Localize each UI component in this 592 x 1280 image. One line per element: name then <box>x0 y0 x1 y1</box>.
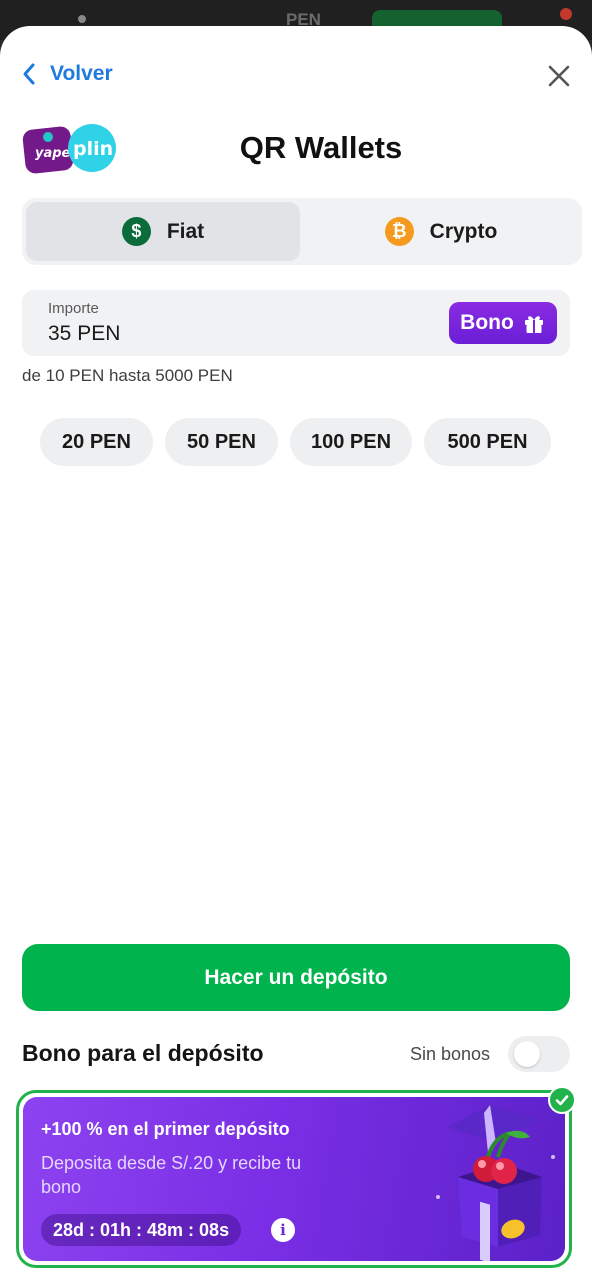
gift-icon <box>524 316 543 333</box>
back-label: Volver <box>50 62 113 85</box>
preset-20[interactable]: 20 PEN <box>40 418 153 466</box>
chevron-left-icon <box>23 63 35 85</box>
bonus-card-body: +100 % en el primer depósito Deposita de… <box>23 1097 565 1261</box>
tab-fiat[interactable]: $ Fiat <box>26 202 300 261</box>
close-icon[interactable] <box>546 63 572 89</box>
amount-range-hint: de 10 PEN hasta 5000 PEN <box>22 366 233 385</box>
tab-fiat-label: Fiat <box>166 219 205 243</box>
gift-box-illustration <box>436 1105 555 1261</box>
menu-dot-icon <box>78 15 86 23</box>
bonus-button[interactable]: Bono <box>449 302 557 344</box>
tab-crypto-label: Crypto <box>429 219 498 243</box>
bonus-heading: Bono para el depósito <box>22 1040 264 1066</box>
preset-500[interactable]: 500 PEN <box>424 418 551 466</box>
bitcoin-icon: ₿ <box>384 217 414 246</box>
selected-check-icon <box>548 1086 576 1114</box>
amount-input[interactable] <box>48 322 348 346</box>
no-bonus-toggle[interactable] <box>508 1036 570 1072</box>
bonus-card-title: +100 % en el primer depósito <box>41 1119 290 1139</box>
info-icon[interactable]: i <box>271 1218 295 1242</box>
dollar-icon: $ <box>121 217 151 246</box>
bonus-button-label: Bono <box>460 311 514 334</box>
back-button[interactable]: Volver <box>22 62 113 86</box>
amount-label: Importe <box>48 300 99 317</box>
payment-type-tabs: $ Fiat ₿ Crypto <box>22 198 582 265</box>
no-bonus-label: Sin bonos <box>410 1044 491 1064</box>
notification-dot-icon <box>560 8 572 20</box>
preset-100[interactable]: 100 PEN <box>290 418 412 466</box>
bonus-timer: 28d : 01h : 48m : 08s <box>41 1214 242 1246</box>
toggle-knob <box>514 1041 540 1067</box>
deposit-button[interactable]: Hacer un depósito <box>22 944 570 1011</box>
bonus-card[interactable]: +100 % en el primer depósito Deposita de… <box>16 1090 572 1268</box>
page-title: QR Wallets <box>239 130 403 165</box>
deposit-sheet: Volver yape plin QR Wallets $ Fiat ₿ Cry… <box>0 26 592 1280</box>
amount-field[interactable]: Importe Bono <box>22 290 570 356</box>
bonus-card-subtitle: Deposita desde S/.20 y recibe tu bono <box>41 1153 302 1197</box>
tab-crypto[interactable]: ₿ Crypto <box>304 202 578 261</box>
preset-50[interactable]: 50 PEN <box>165 418 278 466</box>
